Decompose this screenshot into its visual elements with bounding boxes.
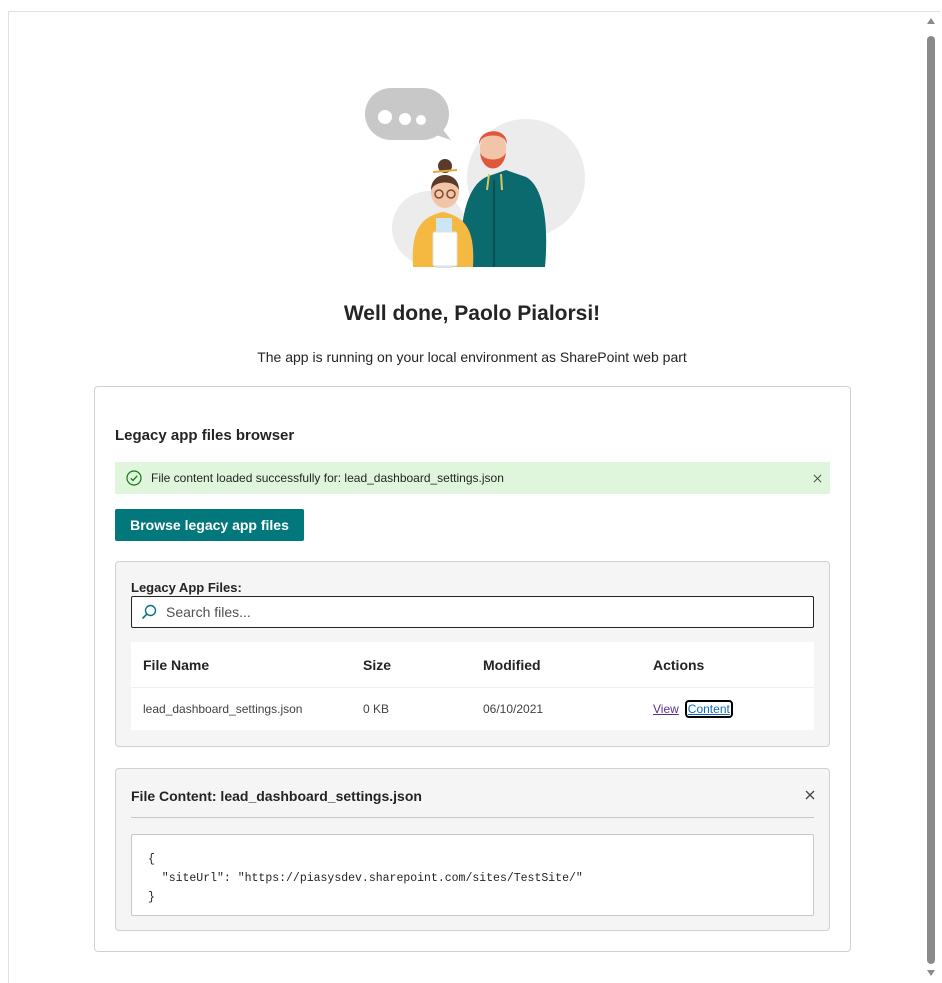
scroll-down-arrow-icon[interactable] [927,970,935,976]
view-link[interactable]: View [653,702,679,716]
webpart-card: Legacy app files browser File content lo… [94,386,851,952]
scrollbar-thumb[interactable] [927,36,935,964]
webpart-title: Legacy app files browser [115,427,295,444]
files-table: File Name Size Modified Actions lead_das… [131,642,814,730]
file-size-cell: 0 KB [363,702,390,716]
legacy-files-label: Legacy App Files: [131,580,242,595]
page-headline: Well done, Paolo Pialorsi! [343,302,601,325]
legacy-files-panel: Legacy App Files: File Name Size Modifie… [115,561,830,747]
table-row[interactable]: lead_dashboard_settings.json 0 KB 06/10/… [131,688,814,730]
column-header-size[interactable]: Size [363,642,391,687]
file-content-title: File Content: lead_dashboard_settings.js… [131,788,422,804]
file-content-panel: File Content: lead_dashboard_settings.js… [115,768,830,931]
file-content-code: { "siteUrl": "https://piasysdev.sharepoi… [131,834,814,916]
search-input[interactable] [166,604,813,620]
vertical-scrollbar[interactable] [924,14,938,980]
web-part-canvas: Well done, Paolo Pialorsi! The app is ru… [8,11,940,983]
column-header-file-name[interactable]: File Name [143,642,209,687]
close-icon [805,790,815,800]
content-divider [131,817,814,818]
browse-legacy-files-button[interactable]: Browse legacy app files [115,509,304,541]
dismiss-message-button[interactable] [804,471,830,486]
close-content-button[interactable] [805,787,815,805]
content-link[interactable]: Content [684,700,733,718]
success-message-text: File content loaded successfully for: le… [151,471,504,485]
checkmark-circle-icon [126,470,142,486]
close-icon [813,474,821,482]
page-subtitle: The app is running on your local environ… [257,349,687,365]
column-header-modified[interactable]: Modified [483,642,541,687]
search-icon [141,604,157,620]
file-modified-cell: 06/10/2021 [483,702,544,716]
file-name-cell: lead_dashboard_settings.json [143,702,303,716]
success-message-bar: File content loaded successfully for: le… [115,462,830,494]
scroll-up-arrow-icon[interactable] [927,18,935,24]
file-actions-cell: View Content [653,688,733,730]
people-illustration [365,88,585,268]
search-box[interactable] [131,596,814,628]
table-header: File Name Size Modified Actions [131,642,814,688]
column-header-actions: Actions [653,656,705,673]
